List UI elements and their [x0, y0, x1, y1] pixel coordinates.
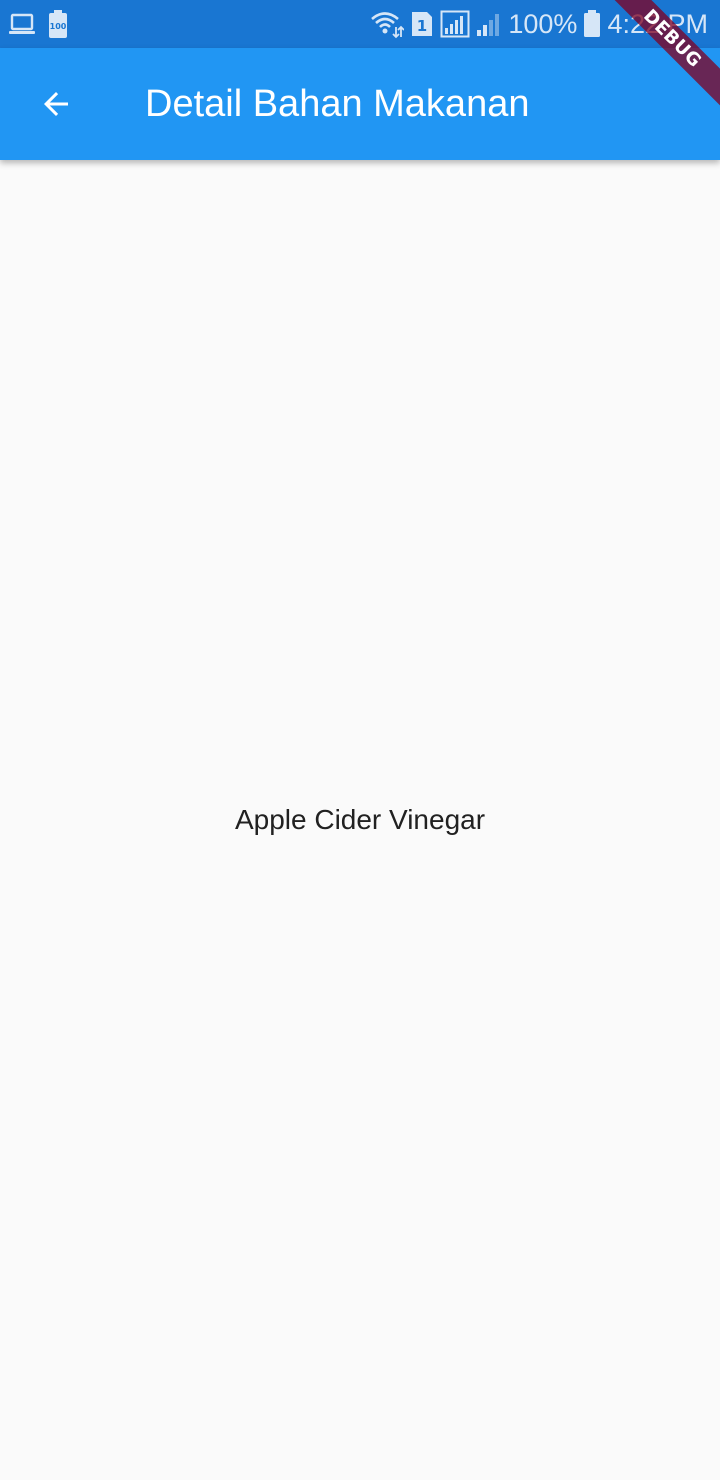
status-bar-left: 100	[8, 8, 68, 40]
page-title: Detail Bahan Makanan	[145, 83, 530, 125]
sim-1-icon: 1	[410, 10, 434, 38]
app-bar: Detail Bahan Makanan	[0, 48, 720, 160]
battery-100-notification-icon: 100	[48, 10, 68, 38]
signal-strength-2-icon	[476, 10, 502, 38]
sim-label: 1	[417, 17, 427, 35]
battery-percent: 100%	[508, 9, 578, 39]
status-bar: 100 1 100% 4:22 PM	[0, 0, 720, 48]
back-button[interactable]	[28, 76, 84, 132]
laptop-icon	[8, 12, 36, 36]
battery-notif-label: 100	[50, 22, 67, 31]
battery-icon	[583, 10, 601, 38]
status-time: 4:22 PM	[607, 9, 708, 39]
detail-content: Apple Cider Vinegar	[0, 160, 720, 1480]
wifi-data-icon	[370, 9, 405, 39]
status-bar-right: 1 100% 4:22 PM	[370, 0, 708, 48]
arrow-back-icon	[38, 86, 74, 122]
ingredient-name: Apple Cider Vinegar	[234, 804, 486, 835]
signal-strength-icon	[440, 10, 470, 38]
